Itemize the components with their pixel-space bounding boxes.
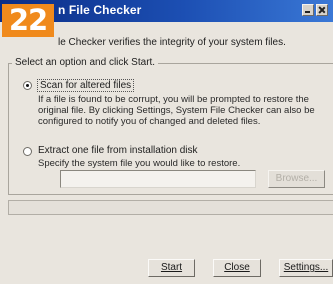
scan-option-label[interactable]: Scan for altered files (37, 79, 135, 92)
extract-option-description: Specify the system file you would like t… (38, 158, 241, 169)
window-title: n File Checker (58, 3, 142, 17)
close-button-label: Close (224, 262, 250, 273)
status-bar (8, 200, 333, 215)
browse-button[interactable]: Browse... (268, 170, 325, 188)
options-group-legend: Select an option and click Start. (12, 57, 159, 68)
settings-button[interactable]: Settings... (279, 259, 333, 277)
minimize-icon[interactable] (302, 4, 314, 16)
extract-option-label[interactable]: Extract one file from installation disk (38, 145, 198, 156)
settings-button-label: Settings... (283, 262, 329, 273)
scan-radio-button[interactable] (23, 81, 32, 90)
close-button[interactable]: Close (213, 259, 261, 277)
start-button[interactable]: Start (148, 259, 195, 277)
system-file-path-input[interactable] (60, 170, 256, 188)
description-text: le Checker verifies the integrity of you… (58, 37, 286, 48)
scan-option-description: If a file is found to be corrupt, you wi… (38, 94, 315, 127)
step-number-badge: 22 (2, 4, 54, 37)
close-icon[interactable] (316, 4, 328, 16)
start-button-label: Start (160, 262, 183, 273)
extract-radio-button[interactable] (23, 147, 32, 156)
system-file-checker-window: n File Checker 22 le Checker verifies th… (0, 0, 333, 284)
